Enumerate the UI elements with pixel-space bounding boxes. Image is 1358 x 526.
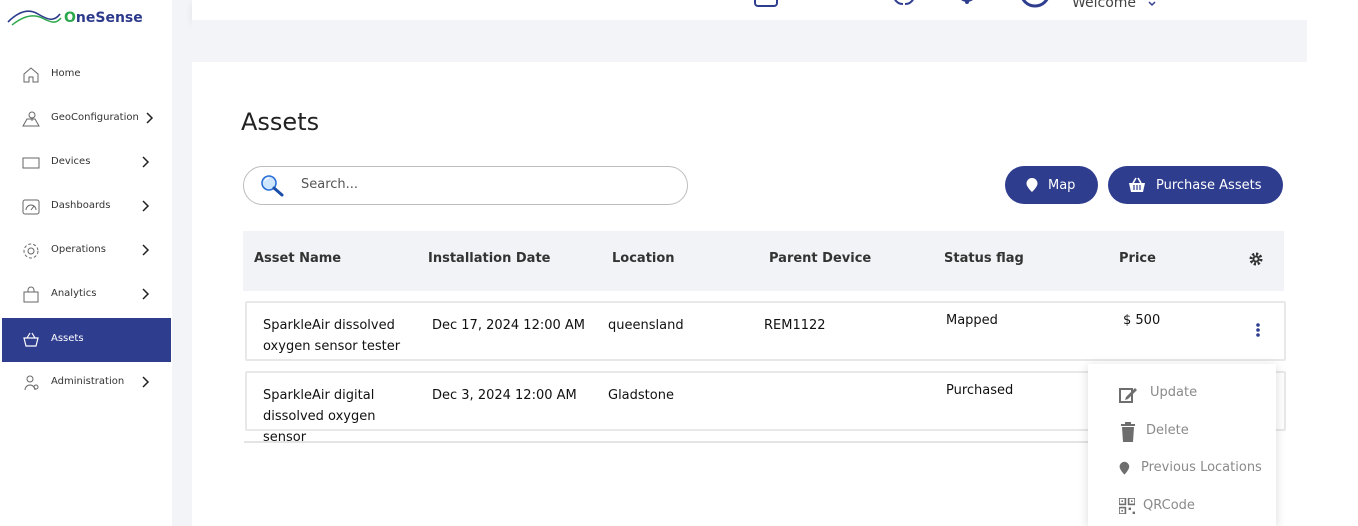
location-cell: queensland [608,318,684,333]
gear-icon [23,243,39,259]
sidebar-item-label: Analytics [51,288,97,299]
right-margin [1307,0,1358,526]
search-box[interactable] [243,166,688,205]
qrcode-icon [1119,498,1135,514]
welcome-text[interactable]: Welcome [1072,0,1136,11]
more-vertical-icon[interactable] [1255,322,1261,338]
sidebar-item-operations[interactable]: Operations [2,229,171,273]
location-pin-icon [1026,178,1038,192]
menu-item-label: QRCode [1143,498,1195,513]
bell-icon[interactable] [954,0,980,8]
calendar-icon[interactable] [753,0,779,8]
chevron-right-icon [142,288,150,300]
status-cell: Mapped [946,313,998,328]
logo-text: OneSense [64,10,143,26]
table-header: Asset Name Installation Date Location Pa… [243,231,1284,291]
top-header: Welcome [192,0,1307,20]
chevron-right-icon [146,112,154,124]
purchase-assets-button[interactable]: Purchase Assets [1108,166,1283,204]
sidebar-item-label: Home [51,68,81,79]
installation-date-cell: Dec 17, 2024 12:00 AM [432,318,586,333]
user-gear-icon [24,375,39,391]
menu-item-previous-locations[interactable]: Previous Locations [1088,450,1276,486]
installation-date-cell: Dec 3, 2024 12:00 AM [432,388,577,403]
column-header-price[interactable]: Price [1119,251,1156,266]
content-gutter [172,0,192,526]
column-header-status-flag[interactable]: Status flag [944,251,1024,266]
page-title: Assets [241,108,320,136]
sidebar-item-administration[interactable]: Administration [2,361,171,405]
location-cell: Gladstone [608,388,674,403]
chevron-right-icon [142,244,150,256]
column-header-installation-date[interactable]: Installation Date [428,251,550,266]
monitor-icon [22,157,40,169]
column-header-parent-device[interactable]: Parent Device [769,251,871,266]
menu-item-qrcode[interactable]: QRCode [1088,488,1276,524]
sidebar-item-home[interactable]: Home [2,53,171,97]
bag-icon [23,286,39,303]
edit-icon [1119,388,1137,403]
menu-item-label: Update [1150,385,1198,400]
gauge-icon [22,199,40,215]
avatar[interactable] [1018,0,1052,8]
logo-wave-icon [7,10,62,26]
parent-device-cell: REM1122 [764,318,826,333]
menu-item-label: Previous Locations [1141,460,1262,475]
sidebar-item-devices[interactable]: Devices [2,141,171,185]
asset-name-cell: SparkleAir dissolved oxygen sensor teste… [263,318,401,354]
sidebar-item-dashboards[interactable]: Dashboards [2,185,171,229]
menu-item-label: Delete [1146,423,1189,438]
basket-icon [23,332,39,347]
sidebar: OneSense Home GeoConfiguration Devices D… [0,0,172,526]
price-cell: $ 500 [1123,313,1161,328]
menu-item-delete[interactable]: Delete [1088,413,1276,449]
table-row[interactable]: SparkleAir dissolved oxygen sensor teste… [245,301,1286,361]
table-divider [244,441,1089,443]
asset-name-cell: SparkleAir digital dissolved oxygen sens… [263,388,376,445]
basket-icon [1129,177,1145,192]
sidebar-item-analytics[interactable]: Analytics [2,273,171,317]
sidebar-item-geoconfiguration[interactable]: GeoConfiguration [2,97,171,141]
sync-icon[interactable] [889,0,919,8]
map-button-label: Map [1048,178,1076,193]
chevron-down-icon[interactable] [1147,0,1157,8]
row-actions-menu: Update Delete Previous Locations QRCode [1088,364,1276,526]
search-icon [261,175,284,197]
sidebar-item-label: Dashboards [51,200,111,211]
sidebar-item-label: Devices [51,156,91,167]
chevron-right-icon [142,156,150,168]
map-button[interactable]: Map [1005,166,1098,204]
sidebar-item-label: Assets [51,333,84,344]
chevron-right-icon [142,376,150,388]
header-gap [192,20,1307,62]
status-cell: Purchased [946,383,1014,398]
home-icon [23,67,39,83]
settings-gear-icon[interactable] [1249,252,1263,266]
menu-item-update[interactable]: Update [1088,375,1276,411]
location-pin-icon [1119,461,1130,475]
chevron-right-icon [142,200,150,212]
sidebar-item-label: Administration [51,376,125,387]
onesense-logo[interactable]: OneSense [6,4,156,30]
sidebar-item-assets[interactable]: Assets [2,318,171,362]
column-header-asset-name[interactable]: Asset Name [254,251,341,266]
sidebar-item-label: Operations [51,244,106,255]
trash-icon [1121,422,1135,442]
purchase-assets-button-label: Purchase Assets [1156,178,1262,193]
sidebar-item-label: GeoConfiguration [51,112,139,123]
column-header-location[interactable]: Location [612,251,675,266]
search-input[interactable] [299,176,663,193]
map-icon [22,111,40,127]
